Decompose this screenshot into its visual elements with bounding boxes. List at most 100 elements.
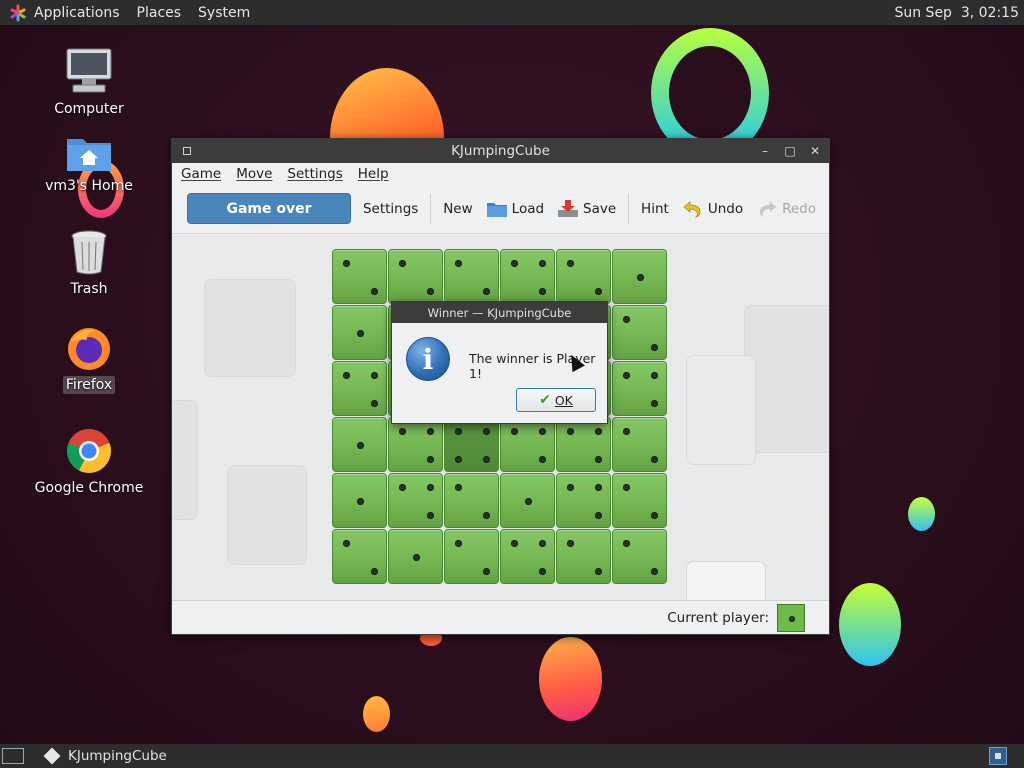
pip: [427, 288, 434, 295]
pip: [539, 288, 546, 295]
menu-applications[interactable]: Applications: [34, 5, 120, 21]
board-cube[interactable]: [500, 249, 555, 304]
undo-label: Undo: [707, 200, 744, 217]
pip: [511, 540, 518, 547]
window-titlebar[interactable]: KJumpingCube – □ ✕: [172, 139, 829, 163]
settings-label: Settings: [362, 200, 419, 217]
board-cube[interactable]: [388, 249, 443, 304]
board-cube[interactable]: [332, 529, 387, 584]
board-cube[interactable]: [500, 473, 555, 528]
checkmark-icon: ✔: [539, 392, 551, 408]
menu-system[interactable]: System: [198, 5, 250, 21]
pip: [637, 274, 644, 281]
redo-label: Redo: [782, 200, 817, 217]
applications-logo-icon[interactable]: [9, 4, 27, 22]
menu-move[interactable]: Move: [236, 166, 272, 182]
board-cube[interactable]: [612, 249, 667, 304]
desktop-icon-chrome[interactable]: Google Chrome: [14, 427, 164, 497]
show-desktop-icon[interactable]: [2, 748, 24, 764]
new-button[interactable]: New: [443, 201, 472, 217]
hint-button[interactable]: Hint: [641, 201, 669, 217]
pip: [455, 428, 462, 435]
board-cube[interactable]: [500, 417, 555, 472]
board-cube[interactable]: [332, 305, 387, 360]
board-cube[interactable]: [556, 529, 611, 584]
desktop-icon-home[interactable]: vm3's Home: [14, 133, 164, 195]
desktop-icon-label: Trash: [70, 281, 108, 297]
save-label: Save: [583, 200, 617, 217]
settings-button[interactable]: Settings: [363, 201, 418, 217]
new-label: New: [443, 200, 473, 217]
load-button[interactable]: Load: [486, 200, 544, 218]
desktop-icon-computer[interactable]: Computer: [14, 46, 164, 118]
minimize-icon[interactable]: –: [759, 145, 771, 157]
taskbar-item-label: KJumpingCube: [68, 748, 167, 764]
board-cube[interactable]: [612, 305, 667, 360]
ok-button[interactable]: ✔ OK: [516, 388, 596, 412]
board-cube[interactable]: [332, 249, 387, 304]
menu-help[interactable]: Help: [358, 166, 389, 182]
board-cube[interactable]: [388, 417, 443, 472]
pip: [595, 456, 602, 463]
pip: [399, 428, 406, 435]
pip: [371, 288, 378, 295]
board-cube[interactable]: [612, 473, 667, 528]
board-cube[interactable]: [332, 473, 387, 528]
board-cube[interactable]: [612, 361, 667, 416]
hint-label: Hint: [641, 200, 669, 217]
board-cube[interactable]: [332, 417, 387, 472]
maximize-icon[interactable]: □: [784, 145, 796, 157]
board-cube[interactable]: [332, 361, 387, 416]
redo-button[interactable]: Redo: [756, 200, 816, 218]
game-status-button[interactable]: Game over: [187, 193, 351, 224]
pip: [651, 344, 658, 351]
pip: [399, 260, 406, 267]
menu-settings[interactable]: Settings: [287, 166, 342, 182]
pip: [483, 512, 490, 519]
pip: [483, 456, 490, 463]
computer-icon: [64, 46, 114, 96]
pip: [623, 372, 630, 379]
board-cube[interactable]: [556, 249, 611, 304]
board-cube[interactable]: [444, 249, 499, 304]
pip: [427, 484, 434, 491]
chrome-icon: [65, 427, 113, 475]
pip: [651, 372, 658, 379]
dialog-title[interactable]: Winner — KJumpingCube: [392, 302, 607, 323]
pip: [595, 428, 602, 435]
pip: [539, 540, 546, 547]
pip: [595, 568, 602, 575]
board-cube[interactable]: [388, 473, 443, 528]
board-cube[interactable]: [444, 529, 499, 584]
workspace-switcher[interactable]: [989, 747, 1007, 765]
menu-game[interactable]: Game: [181, 166, 221, 182]
taskbar-item-kjumpingcube[interactable]: KJumpingCube: [40, 744, 173, 768]
undo-button[interactable]: Undo: [682, 200, 743, 218]
pip: [343, 540, 350, 547]
board-cube[interactable]: [444, 417, 499, 472]
load-label: Load: [511, 200, 545, 217]
toolbar: Game over Settings New Load Save Hint Un…: [172, 184, 829, 234]
board-cube[interactable]: [388, 529, 443, 584]
toolbar-separator: [628, 193, 630, 224]
window-title: KJumpingCube: [451, 143, 550, 159]
desktop-icon-trash[interactable]: Trash: [14, 228, 164, 298]
board-cube[interactable]: [612, 417, 667, 472]
current-player-indicator: [777, 603, 805, 632]
board-cube[interactable]: [556, 473, 611, 528]
board-cube[interactable]: [444, 473, 499, 528]
pip: [455, 484, 462, 491]
pip: [789, 615, 795, 622]
save-button[interactable]: Save: [557, 199, 617, 218]
undo-icon: [682, 200, 704, 218]
board-cube[interactable]: [500, 529, 555, 584]
close-icon[interactable]: ✕: [809, 145, 821, 157]
window-menu-icon[interactable]: [183, 147, 191, 155]
board-cube[interactable]: [556, 417, 611, 472]
menu-places[interactable]: Places: [137, 5, 182, 21]
clock[interactable]: Sun Sep 3, 02:15: [894, 5, 1019, 21]
board-cube[interactable]: [612, 529, 667, 584]
desktop-icon-firefox[interactable]: Firefox: [14, 326, 164, 394]
firefox-icon: [65, 326, 113, 372]
background-decoration: [227, 465, 307, 565]
